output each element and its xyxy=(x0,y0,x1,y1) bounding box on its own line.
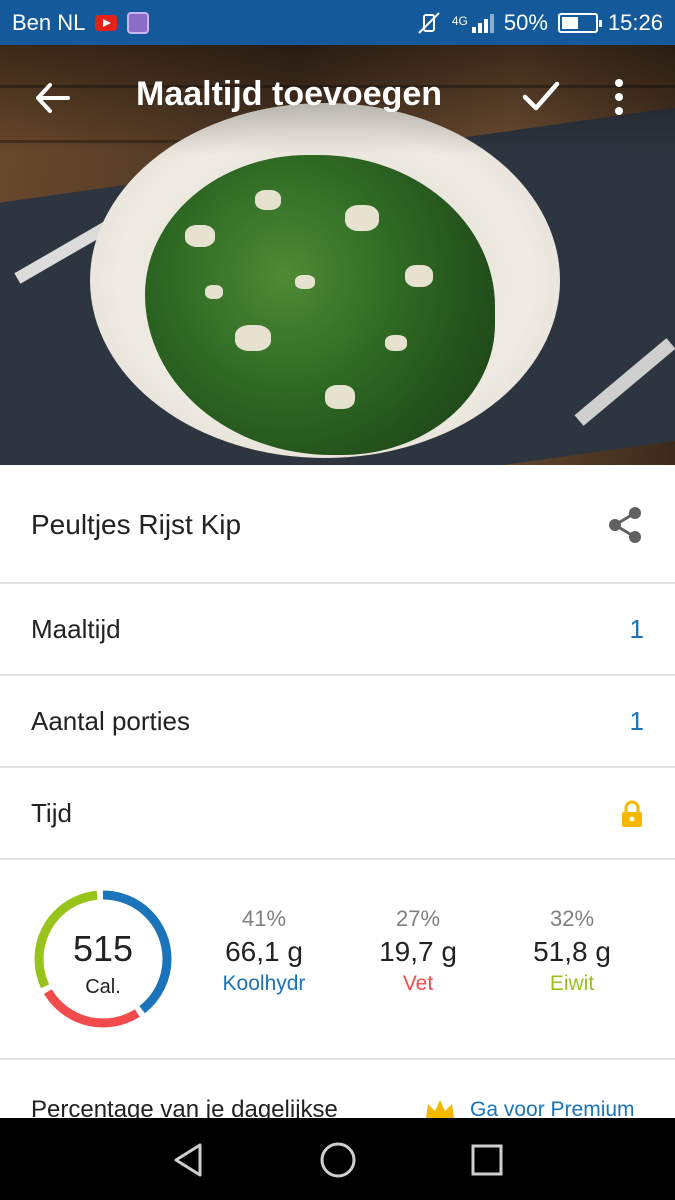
carbs-grams: 66,1 g xyxy=(225,936,303,967)
vibrate-mute-icon xyxy=(418,11,440,34)
gallery-notification-icon xyxy=(127,11,150,34)
fat-percent: 27% xyxy=(395,906,441,931)
app-toolbar: Maaltijd toevoegen xyxy=(0,45,675,153)
fat-grams: 19,7 g xyxy=(379,936,457,967)
crown-icon xyxy=(426,1100,454,1118)
calorie-ring: 515 Cal. xyxy=(32,888,174,1030)
macro-fat: 27% 19,7 g Vet xyxy=(343,906,493,996)
protein-grams: 51,8 g xyxy=(533,936,611,967)
go-premium-link[interactable]: Ga voor Premium xyxy=(470,1098,635,1118)
meal-name-row: Peultjes Rijst Kip xyxy=(0,467,675,584)
time-label: Tijd xyxy=(31,798,72,828)
network-type: 4G xyxy=(451,13,468,28)
battery-percent: 50% xyxy=(503,9,548,35)
portions-label: Aantal porties xyxy=(31,706,190,736)
clock: 15:26 xyxy=(607,9,663,35)
battery-icon xyxy=(557,12,602,33)
arrow-back-icon[interactable] xyxy=(30,75,76,121)
status-bar: Ben NL 4G 50% 15:26 xyxy=(0,0,675,45)
calorie-unit: Cal. xyxy=(85,976,121,998)
calorie-value: 515 xyxy=(72,928,134,969)
protein-label: Eiwit xyxy=(549,972,595,995)
lock-icon xyxy=(622,800,642,827)
nutrition-summary: 515 Cal. 41% 66,1 g Koolhydr 27% 19,7 g … xyxy=(0,860,675,1060)
macro-protein: 32% 51,8 g Eiwit xyxy=(497,906,647,996)
nav-recents-icon[interactable] xyxy=(467,1140,507,1180)
nav-back-icon[interactable] xyxy=(170,1140,210,1180)
time-row[interactable]: Tijd xyxy=(0,769,675,860)
daily-percentage-label: Percentage van je dagelijkse xyxy=(31,1096,338,1118)
meal-count-row[interactable]: Maaltijd 1 xyxy=(0,585,675,676)
meal-name: Peultjes Rijst Kip xyxy=(31,508,242,540)
daily-percentage-row: Percentage van je dagelijkse Ga voor Pre… xyxy=(0,1062,675,1118)
fat-label: Vet xyxy=(402,972,434,995)
portions-value[interactable]: 1 xyxy=(630,706,644,737)
portions-row[interactable]: Aantal porties 1 xyxy=(0,677,675,768)
meal-count-label: Maaltijd xyxy=(31,614,121,644)
page-title: Maaltijd toevoegen xyxy=(136,75,443,113)
system-nav-bar xyxy=(0,1118,675,1200)
signal-icon xyxy=(471,13,494,33)
protein-percent: 32% xyxy=(549,906,595,931)
more-vert-icon[interactable] xyxy=(604,75,634,119)
carbs-percent: 41% xyxy=(241,906,287,931)
share-icon[interactable] xyxy=(606,505,644,545)
carbs-label: Koolhydr xyxy=(222,972,306,995)
nav-home-icon[interactable] xyxy=(318,1140,358,1180)
macro-carbs: 41% 66,1 g Koolhydr xyxy=(189,906,339,996)
youtube-notification-icon xyxy=(95,14,118,31)
check-icon[interactable] xyxy=(520,75,562,117)
carrier-name: Ben NL xyxy=(12,9,86,35)
meal-count-value[interactable]: 1 xyxy=(630,614,644,645)
